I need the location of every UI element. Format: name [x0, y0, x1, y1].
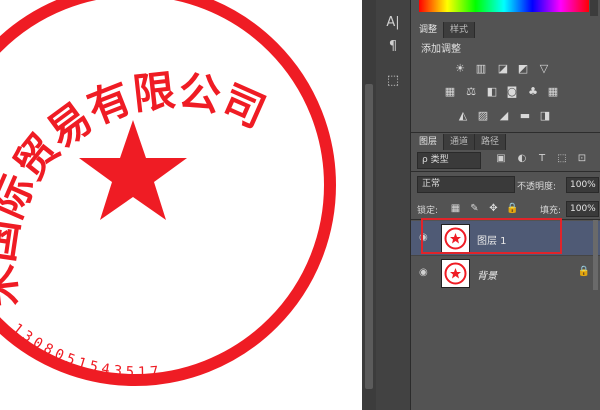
paragraph-icon[interactable]: ¶: [382, 38, 404, 56]
layers-scrollbar[interactable]: [593, 220, 598, 290]
exposure-icon[interactable]: ◩: [516, 63, 530, 75]
filter-shape-icon[interactable]: ⬚: [556, 153, 568, 165]
lock-image-icon[interactable]: ✎: [469, 203, 480, 214]
cube-icon[interactable]: ⬚: [382, 72, 404, 90]
vibrance-icon[interactable]: ▽: [537, 63, 551, 75]
gradient-map-icon[interactable]: ▬: [518, 110, 532, 122]
filter-type-icon[interactable]: T: [536, 153, 548, 165]
lock-all-icon[interactable]: 🔒: [506, 203, 518, 214]
lock-label: 锁定:: [417, 206, 439, 216]
fill-input[interactable]: 100%: [566, 201, 599, 217]
fill-label: 填充:: [540, 206, 562, 216]
tab-adjustments[interactable]: 调整: [413, 22, 445, 38]
lock-position-icon[interactable]: ✥: [488, 203, 499, 214]
adjustments-title: 添加调整: [421, 44, 461, 55]
filter-adjustment-icon[interactable]: ◐: [516, 153, 528, 165]
channel-mixer-icon[interactable]: ♣: [526, 86, 540, 98]
scrollbar-thumb[interactable]: [365, 84, 373, 389]
lock-transparent-icon[interactable]: ▦: [450, 203, 461, 214]
posterize-icon[interactable]: ▨: [476, 110, 490, 122]
opacity-input[interactable]: 100%: [566, 177, 599, 193]
hue-saturation-icon[interactable]: ▦: [443, 86, 457, 98]
layer-row-background[interactable]: ◉ 背景 🔒: [411, 255, 600, 290]
document-canvas[interactable]: 米国际贸易有限公司 1308051543517: [0, 0, 362, 410]
selective-color-icon[interactable]: ◨: [538, 110, 552, 122]
blend-mode-select[interactable]: 正常: [417, 176, 515, 193]
layer-thumbnail: [441, 259, 470, 288]
invert-icon[interactable]: ◭: [456, 110, 470, 122]
tab-paths[interactable]: 路径: [475, 134, 507, 150]
tab-layers[interactable]: 图层: [413, 134, 445, 150]
panel-divider: [411, 132, 600, 133]
threshold-icon[interactable]: ◢: [497, 110, 511, 122]
layer-name[interactable]: 背景: [477, 267, 497, 282]
tab-styles[interactable]: 样式: [444, 22, 476, 38]
lock-icon: 🔒: [577, 266, 590, 277]
filter-pixel-icon[interactable]: ▣: [495, 153, 507, 165]
color-lookup-icon[interactable]: ▦: [546, 86, 560, 98]
panel-toolstrip: A| ¶ ⬚: [376, 0, 411, 410]
color-swatches[interactable]: [419, 0, 589, 12]
type-icon[interactable]: A|: [382, 14, 404, 32]
filter-smart-object-icon[interactable]: ⊡: [576, 153, 588, 165]
seal-image: 米国际贸易有限公司 1308051543517: [0, 0, 336, 386]
layer-filter-select[interactable]: ρ 类型: [417, 152, 481, 169]
seal-outer-ring: [0, 0, 336, 386]
tab-channels[interactable]: 通道: [444, 134, 476, 150]
color-balance-icon[interactable]: ⚖: [464, 86, 478, 98]
canvas-vertical-scrollbar[interactable]: [362, 0, 376, 410]
adjustments-tabs: 调整 样式: [413, 22, 476, 38]
black-white-icon[interactable]: ◧: [485, 86, 499, 98]
levels-icon[interactable]: ▥: [474, 63, 488, 75]
layers-tabs: 图层 通道 路径: [413, 134, 507, 150]
panel-divider: [411, 171, 600, 172]
swatch-scrollbar[interactable]: [590, 0, 598, 16]
brightness-icon[interactable]: ☀: [453, 63, 467, 75]
curves-icon[interactable]: ◪: [496, 63, 510, 75]
photo-filter-icon[interactable]: ◙: [505, 86, 519, 98]
eye-icon[interactable]: ◉: [419, 268, 433, 278]
opacity-label: 不透明度:: [517, 182, 557, 192]
selection-highlight: [421, 218, 562, 254]
